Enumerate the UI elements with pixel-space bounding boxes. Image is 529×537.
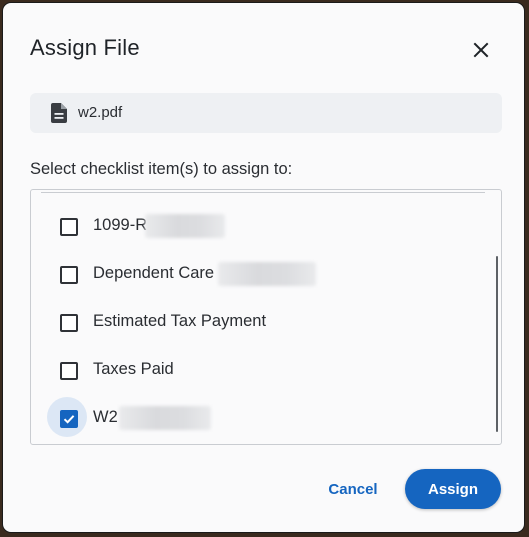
dialog-title: Assign File xyxy=(30,35,140,60)
checklist-item-label: W2 xyxy=(93,408,118,426)
close-icon xyxy=(473,42,489,58)
redacted-text xyxy=(218,262,316,286)
redacted-text xyxy=(119,406,211,430)
checklist-item-label: Taxes Paid xyxy=(93,360,174,378)
document-icon xyxy=(51,103,67,128)
checklist-item-label: Dependent Care xyxy=(93,264,215,282)
checkbox[interactable] xyxy=(60,362,78,380)
assign-file-dialog: Assign File w2.pdf Select checklist item… xyxy=(2,2,525,533)
checklist-item-dependent-care[interactable]: Dependent Care xyxy=(31,254,481,294)
checklist-item-taxes-paid[interactable]: Taxes Paid xyxy=(31,350,481,390)
checklist-item-w2[interactable]: W2 xyxy=(31,397,481,438)
assign-button[interactable]: Assign xyxy=(405,469,501,509)
checklist-item-label: 1099-R xyxy=(93,216,148,234)
checkbox[interactable] xyxy=(60,314,78,332)
checkmark-icon xyxy=(63,415,75,424)
cancel-button[interactable]: Cancel xyxy=(315,469,391,509)
list-scrollbar[interactable] xyxy=(496,256,498,432)
checkbox[interactable] xyxy=(60,266,78,284)
file-chip: w2.pdf xyxy=(30,93,502,133)
checklist-list[interactable]: 1099-R Dependent Care Estimated Tax Paym… xyxy=(30,189,502,445)
checklist-item-1099-r[interactable]: 1099-R xyxy=(31,206,481,246)
assign-prompt: Select checklist item(s) to assign to: xyxy=(30,160,293,178)
checkbox[interactable] xyxy=(60,218,78,236)
checklist-item-label: Estimated Tax Payment xyxy=(93,312,267,330)
checkbox-checked[interactable] xyxy=(60,410,78,428)
list-divider xyxy=(41,192,485,193)
close-button[interactable] xyxy=(469,38,493,62)
redacted-text xyxy=(145,214,225,238)
checklist-item-estimated-tax-payment[interactable]: Estimated Tax Payment xyxy=(31,302,481,342)
file-name: w2.pdf xyxy=(78,104,123,121)
